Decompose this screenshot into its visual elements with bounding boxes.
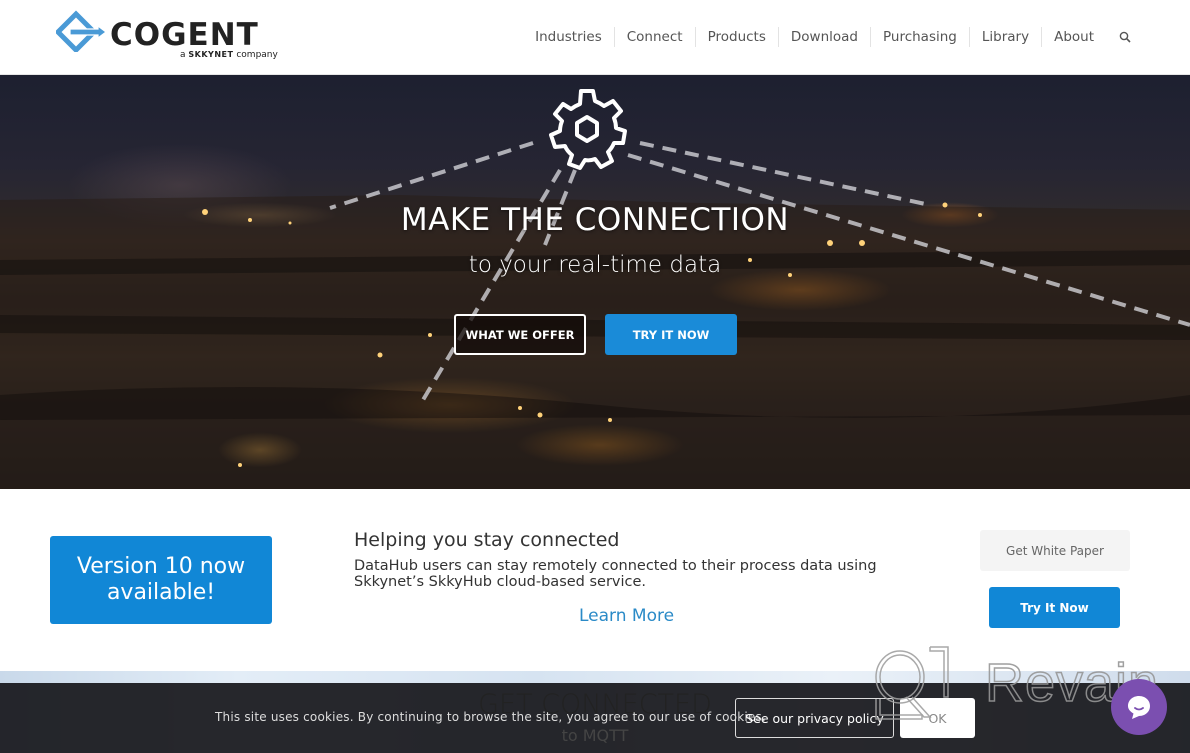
version-10-banner[interactable]: Version 10 now available! bbox=[50, 536, 272, 624]
main-nav: Industries Connect Products Download Pur… bbox=[523, 27, 1132, 47]
privacy-policy-button[interactable]: See our privacy policy bbox=[735, 698, 894, 738]
tagline-brand: SKKYNET bbox=[188, 50, 234, 59]
nav-products[interactable]: Products bbox=[694, 27, 778, 47]
promo-title: Helping you stay connected bbox=[354, 529, 620, 551]
terrain-layer bbox=[0, 195, 1190, 489]
get-connected-subtitle: to MQTT bbox=[561, 726, 629, 745]
promo-description: DataHub users can stay remotely connecte… bbox=[354, 558, 877, 590]
svg-text:COGENT: COGENT bbox=[110, 17, 259, 52]
what-we-offer-button[interactable]: WHAT WE OFFER bbox=[454, 314, 586, 355]
cogent-logo-mark-icon: COGENT bbox=[54, 10, 259, 54]
try-it-now-button[interactable]: Try It Now bbox=[989, 587, 1120, 628]
logo-tagline: a SKKYNET company bbox=[180, 50, 278, 60]
nav-library[interactable]: Library bbox=[968, 27, 1041, 47]
gear-icon bbox=[549, 89, 627, 170]
cogent-logo[interactable]: COGENT a SKKYNET company bbox=[54, 10, 301, 65]
chat-launcher-button[interactable] bbox=[1111, 679, 1167, 735]
cookie-message: This site uses cookies. By continuing to… bbox=[215, 710, 766, 724]
hero-title: MAKE THE CONNECTION bbox=[400, 202, 790, 238]
get-white-paper-button[interactable]: Get White Paper bbox=[980, 530, 1130, 571]
chat-bubble-icon bbox=[1128, 696, 1150, 719]
nav-download[interactable]: Download bbox=[777, 27, 870, 47]
cookie-ok-button[interactable]: OK bbox=[900, 698, 975, 738]
promo-section: Version 10 now available! Helping you st… bbox=[0, 489, 1190, 671]
site-header: COGENT a SKKYNET company Industries Conn… bbox=[0, 0, 1190, 75]
try-it-now-hero-button[interactable]: TRY IT NOW bbox=[605, 314, 737, 355]
hero-subtitle: to your real-time data bbox=[468, 252, 722, 278]
nav-industries[interactable]: Industries bbox=[523, 27, 614, 47]
learn-more-link[interactable]: Learn More bbox=[579, 606, 674, 626]
search-button[interactable] bbox=[1118, 30, 1132, 44]
tagline-suffix: company bbox=[236, 50, 278, 60]
search-icon bbox=[1119, 31, 1131, 43]
nav-connect[interactable]: Connect bbox=[613, 27, 695, 47]
tagline-prefix: a bbox=[180, 50, 186, 60]
hero-banner: MAKE THE CONNECTION to your real-time da… bbox=[0, 75, 1190, 489]
nav-about[interactable]: About bbox=[1041, 27, 1106, 47]
nav-purchasing[interactable]: Purchasing bbox=[869, 27, 969, 47]
